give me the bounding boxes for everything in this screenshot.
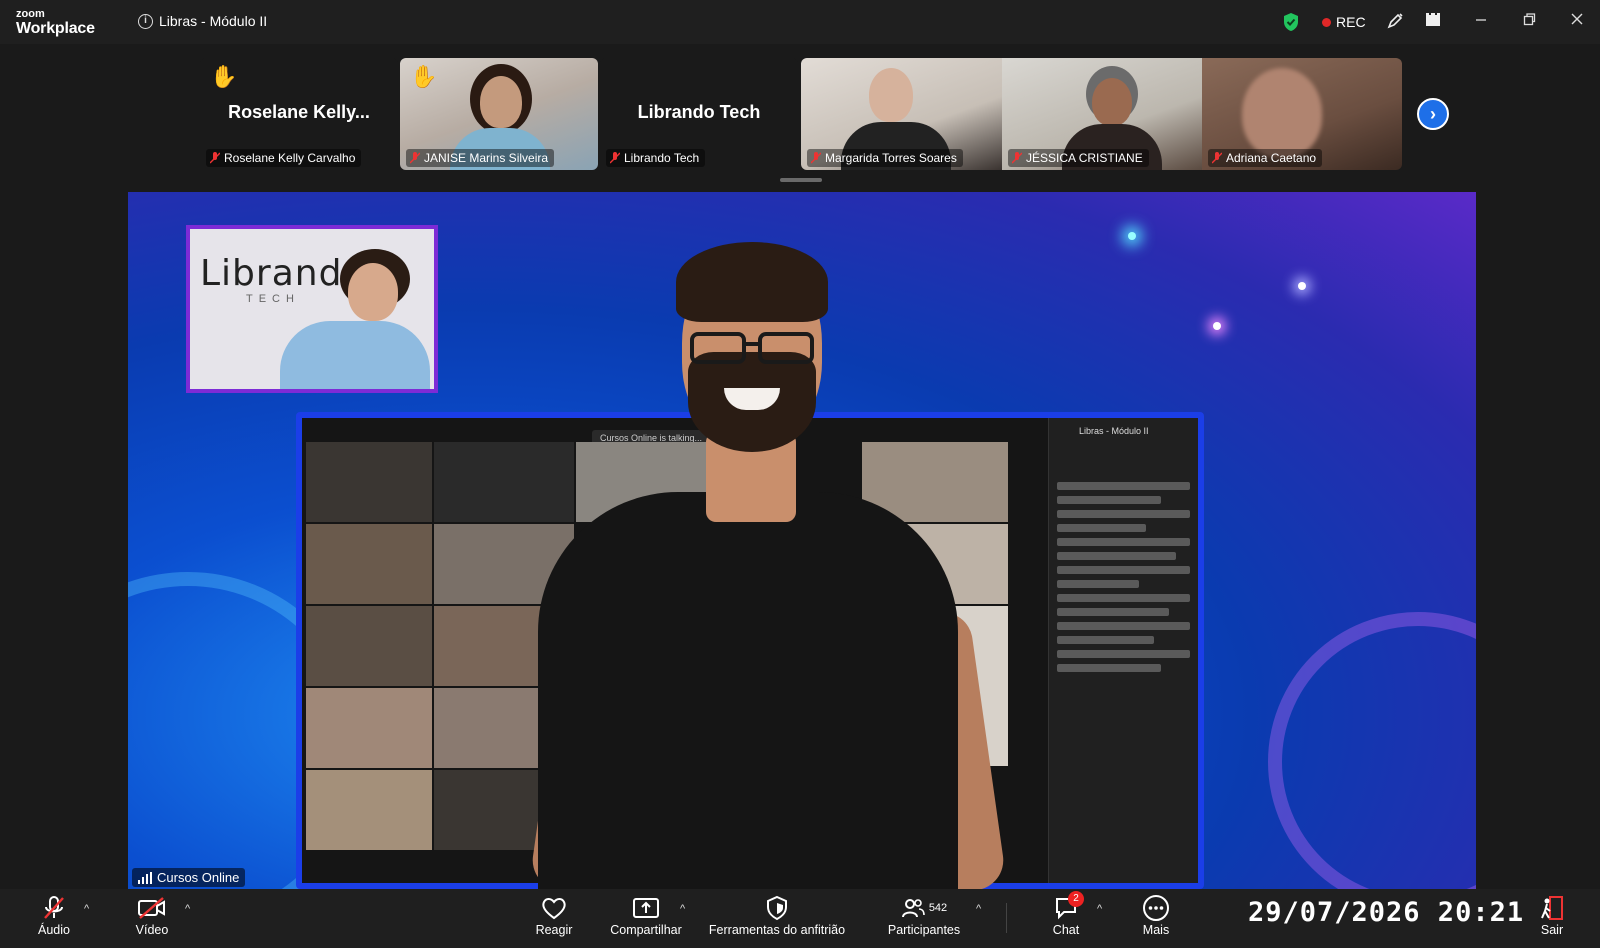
mic-off-icon <box>410 152 420 164</box>
inner-chat-panel: Libras - Módulo II <box>1048 418 1198 883</box>
strip-resize-handle[interactable] <box>780 178 822 182</box>
participant-name-tag: JÉSSICA CRISTIANE <box>1008 149 1149 167</box>
date-time-overlay: 29/07/2026 20:21 <box>1248 897 1525 928</box>
raised-hand-icon: ✋ <box>410 64 438 89</box>
video-person <box>1242 68 1322 158</box>
participant-name-tag: JANISE Marins Silveira <box>406 149 555 167</box>
participant-tile[interactable]: Adriana Caetano <box>1202 58 1402 170</box>
participants-button[interactable]: 542 Participantes <box>884 893 964 937</box>
recording-indicator[interactable]: REC <box>1322 14 1366 30</box>
restore-icon[interactable] <box>1519 12 1539 32</box>
participant-tile[interactable]: Margarida Torres Soares <box>801 58 1002 170</box>
encryption-shield-icon[interactable] <box>1282 12 1300 32</box>
meeting-title: Libras - Módulo II <box>159 13 268 29</box>
participant-display-name: Roselane Kelly... <box>228 102 370 122</box>
participant-display-name: Librando Tech <box>637 102 761 122</box>
info-icon[interactable]: i <box>138 13 153 29</box>
chat-options-chevron-icon[interactable]: ^ <box>1097 903 1102 915</box>
pip-video[interactable]: Librando TECH <box>186 225 438 393</box>
participant-strip: ✋ Roselane Kelly... Roselane Kelly Carva… <box>0 44 1600 192</box>
camera-off-icon <box>138 897 165 919</box>
exit-door-icon <box>1541 896 1563 920</box>
participant-name: Roselane Kelly Carvalho <box>224 151 356 165</box>
next-page-button[interactable]: › <box>1417 98 1449 130</box>
share-options-chevron-icon[interactable]: ^ <box>680 903 685 915</box>
share-screen-icon <box>633 898 659 918</box>
react-button[interactable]: Reagir <box>528 893 580 937</box>
mic-off-icon <box>210 152 220 164</box>
minimize-icon[interactable] <box>1471 12 1491 32</box>
mic-off-icon <box>610 152 620 164</box>
main-video[interactable]: Librando TECH Cursos Online is talking..… <box>128 192 1476 889</box>
participants-label: Participantes <box>887 923 961 937</box>
logo-bottom-text: Workplace <box>16 20 95 37</box>
share-label: Compartilhar <box>610 923 682 937</box>
participant-name: Adriana Caetano <box>1226 151 1317 165</box>
close-icon[interactable] <box>1567 12 1587 32</box>
participants-options-chevron-icon[interactable]: ^ <box>976 903 981 915</box>
participant-name-tag: Margarida Torres Soares <box>807 149 963 167</box>
share-button[interactable]: Compartilhar <box>606 893 686 937</box>
react-label: Reagir <box>535 923 573 937</box>
more-dots-icon <box>1143 895 1169 921</box>
participants-icon <box>901 899 925 918</box>
participants-count: 542 <box>928 902 948 914</box>
participant-tile[interactable]: ✋ JANISE Marins Silveira <box>400 58 598 170</box>
speaker-name-tag: Cursos Online <box>132 868 246 887</box>
mic-muted-icon <box>44 896 64 919</box>
mic-off-icon <box>1012 152 1022 164</box>
chat-button[interactable]: 2 Chat <box>1046 891 1086 937</box>
decor-light <box>1128 232 1136 240</box>
mic-off-icon <box>811 152 821 164</box>
video-button[interactable]: Vídeo <box>132 893 172 937</box>
shield-icon <box>767 895 787 921</box>
participant-name-tag: Roselane Kelly Carvalho <box>206 149 362 167</box>
annotate-pen-icon[interactable] <box>1385 12 1405 32</box>
rec-label: REC <box>1336 14 1366 30</box>
decor-ring <box>1268 612 1476 889</box>
audio-button[interactable]: Áudio <box>34 893 74 937</box>
participant-name-tag: Adriana Caetano <box>1208 149 1323 167</box>
title-bar: zoom Workplace i Libras - Módulo II REC <box>0 0 1600 44</box>
video-options-chevron-icon[interactable]: ^ <box>185 903 190 915</box>
more-label: Mais <box>1142 923 1170 937</box>
participant-name-tag: Librando Tech <box>606 149 706 167</box>
meeting-info[interactable]: i Libras - Módulo II <box>138 13 267 29</box>
participant-tile[interactable]: Librando Tech Librando Tech <box>600 58 798 170</box>
pip-logo-sub: TECH <box>246 293 300 305</box>
heart-icon <box>542 898 566 920</box>
more-button[interactable]: Mais <box>1138 893 1174 937</box>
logo-top-text: zoom <box>16 8 45 20</box>
host-tools-label: Ferramentas do anfitrião <box>708 923 846 937</box>
participant-tile[interactable]: ✋ Roselane Kelly... Roselane Kelly Carva… <box>200 58 398 170</box>
video-person <box>869 68 913 122</box>
signal-bars-icon <box>138 871 152 884</box>
host-tools-button[interactable]: Ferramentas do anfitrião <box>706 893 848 937</box>
view-layout-icon[interactable] <box>1423 12 1443 32</box>
participant-name: JÉSSICA CRISTIANE <box>1026 151 1143 165</box>
audio-options-chevron-icon[interactable]: ^ <box>84 903 89 915</box>
decor-light <box>1298 282 1306 290</box>
participant-name: JANISE Marins Silveira <box>424 151 549 165</box>
speaker-name: Cursos Online <box>157 870 240 885</box>
video-label: Vídeo <box>135 923 169 937</box>
zoom-logo: zoom Workplace <box>16 9 95 37</box>
leave-label: Sair <box>1540 923 1564 937</box>
meeting-toolbar: Áudio ^ Vídeo ^ Reagir Compartilhar ^ Fe… <box>0 889 1600 948</box>
raised-hand-icon: ✋ <box>210 64 238 89</box>
inner-meeting-title: Libras - Módulo II <box>1079 426 1149 436</box>
leave-button[interactable]: Sair <box>1535 893 1569 937</box>
participant-tile[interactable]: JÉSSICA CRISTIANE <box>1002 58 1202 170</box>
decor-light <box>1213 322 1221 330</box>
record-dot-icon <box>1322 17 1331 27</box>
participant-name: Librando Tech <box>624 151 700 165</box>
chat-unread-badge: 2 <box>1068 891 1084 907</box>
audio-label: Áudio <box>38 923 70 937</box>
chat-label: Chat <box>1052 923 1080 937</box>
participant-name: Margarida Torres Soares <box>825 151 957 165</box>
toolbar-divider <box>1006 903 1007 933</box>
mic-off-icon <box>1212 152 1222 164</box>
